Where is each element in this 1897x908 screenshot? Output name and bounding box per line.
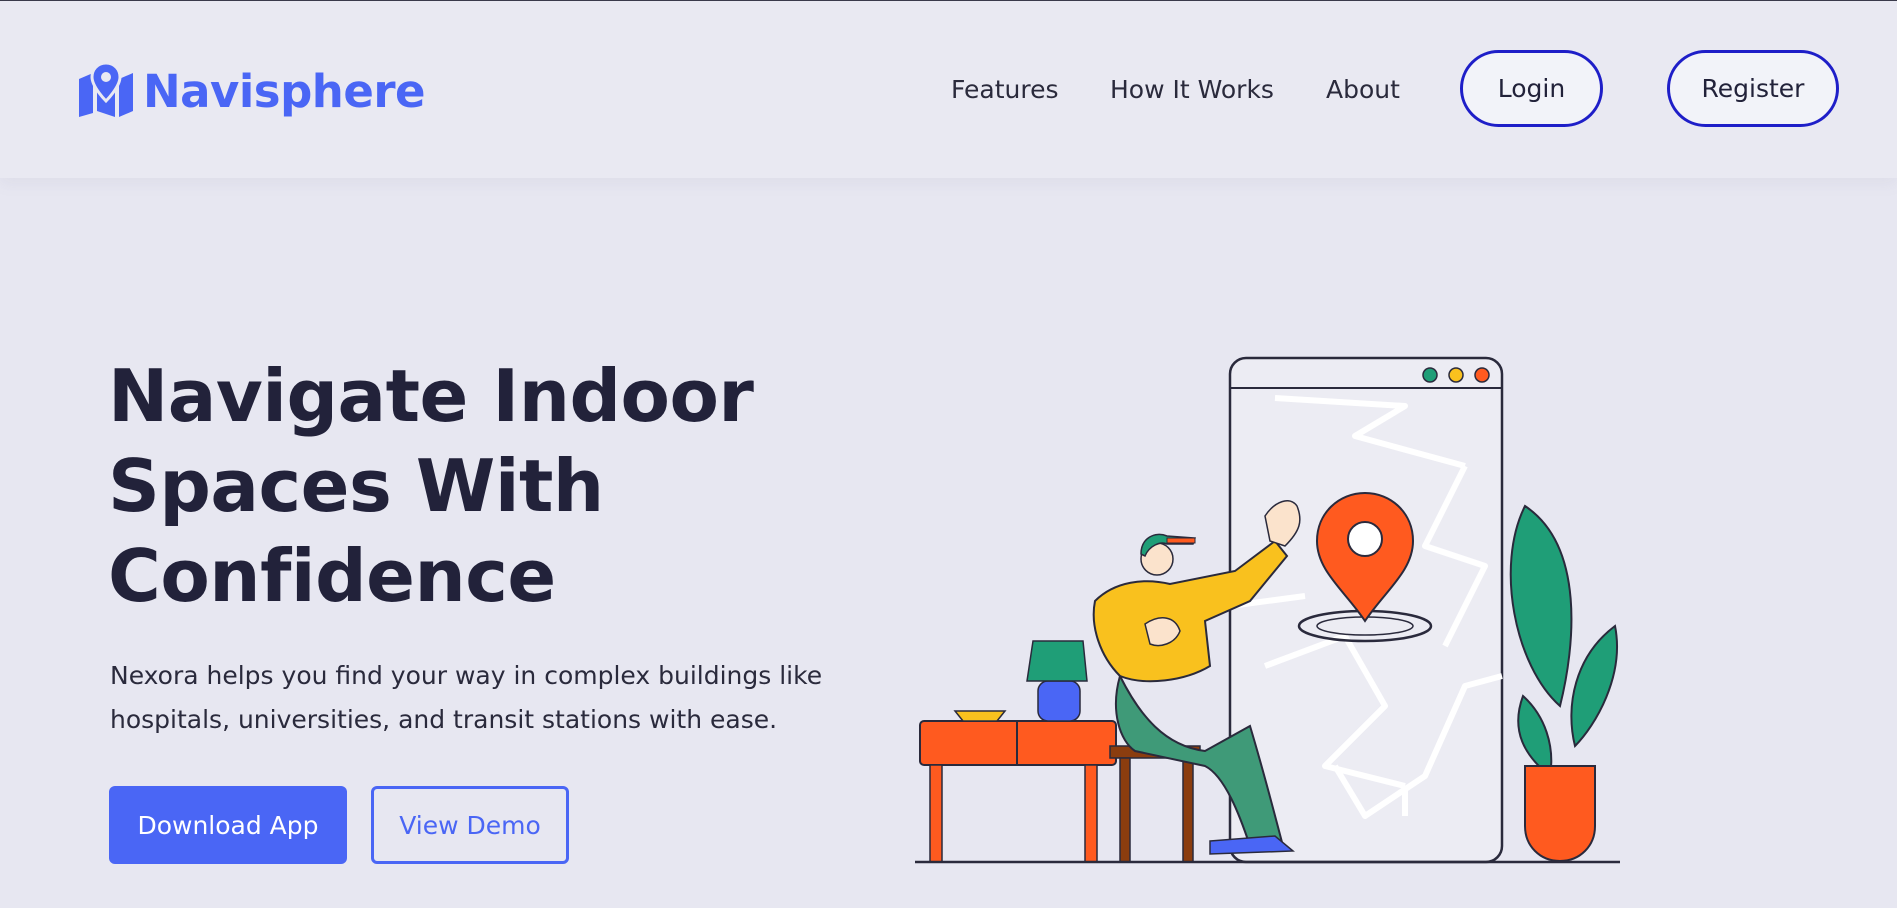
hero-subtitle: Nexora helps you find your way in comple… (110, 654, 870, 742)
map-pin-icon (77, 60, 135, 122)
hero-subtitle-line: hospitals, universities, and transit sta… (110, 705, 778, 734)
nav-link-about[interactable]: About (1326, 75, 1400, 104)
view-demo-button[interactable]: View Demo (371, 786, 569, 864)
hero-title-line: Confidence (108, 534, 556, 618)
brand-name: Navisphere (143, 64, 426, 118)
hero-subtitle-line: Nexora helps you find your way in comple… (110, 661, 823, 690)
brand-logo[interactable]: Navisphere (77, 60, 426, 122)
chair-illustration (1109, 745, 1201, 863)
site-header: Navisphere Features How It Works About L… (0, 1, 1897, 178)
nav-link-how-it-works[interactable]: How It Works (1110, 75, 1274, 104)
register-button[interactable]: Register (1667, 50, 1839, 127)
login-button[interactable]: Login (1460, 50, 1603, 127)
hero-title-line: Navigate Indoor (108, 354, 754, 438)
table-illustration (919, 640, 1117, 863)
hero-title-line: Spaces With (108, 444, 604, 528)
plant-illustration (1509, 504, 1618, 863)
hero-illustration (905, 346, 1625, 871)
nav-link-features[interactable]: Features (951, 75, 1059, 104)
hero-title: Navigate Indoor Spaces With Confidence (108, 351, 868, 621)
download-app-button[interactable]: Download App (109, 786, 347, 864)
